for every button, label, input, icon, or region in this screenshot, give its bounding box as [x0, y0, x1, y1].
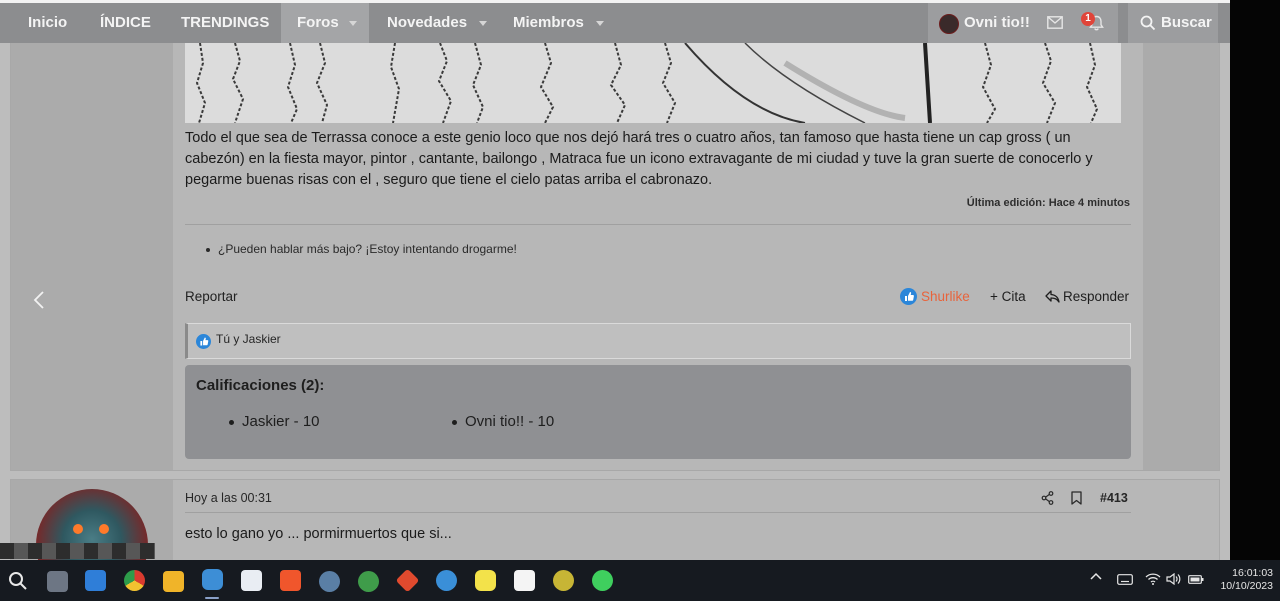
top-navigation-bar: Inicio ÍNDICE TRENDINGS Foros Novedades … — [0, 3, 1230, 43]
clock-date: 10/10/2023 — [1220, 580, 1273, 592]
chevron-down-icon[interactable] — [348, 20, 357, 26]
nav-item-miembros-label: Miembros — [513, 14, 584, 31]
file-explorer-icon[interactable] — [163, 571, 184, 592]
nav-item-novedades-label: Novedades — [387, 14, 468, 31]
post-timestamp[interactable]: Hoy a las 00:31 — [185, 491, 272, 505]
pixelated-area — [0, 543, 155, 559]
snapchat-icon[interactable] — [475, 570, 496, 591]
notification-badge: 1 — [1081, 12, 1095, 26]
chevron-up-icon[interactable] — [1090, 572, 1102, 580]
edit-note: Última edición: Hace 4 minutos — [966, 197, 1130, 209]
nav-item-inicio[interactable]: Inicio — [28, 3, 67, 43]
xbox-icon[interactable] — [358, 571, 379, 592]
reply-icon[interactable] — [1045, 290, 1060, 303]
ratings-box: Calificaciones (2): Jaskier - 10 Ovni ti… — [185, 365, 1131, 459]
search-label: Buscar — [1161, 14, 1212, 31]
wifi-icon[interactable] — [1145, 573, 1161, 585]
battery-icon[interactable] — [1188, 573, 1204, 585]
share-icon[interactable] — [1041, 491, 1054, 505]
post-user-column — [11, 43, 173, 470]
nav-item-foros-label: Foros — [297, 14, 339, 31]
help-icon[interactable] — [436, 570, 457, 591]
chevron-down-icon[interactable] — [595, 20, 604, 26]
ratings-title: Calificaciones (2): — [196, 377, 325, 394]
report-link[interactable]: Reportar — [185, 289, 238, 304]
post-body-2: esto lo gano yo ... pormirmuertos que si… — [185, 526, 452, 542]
signature-divider — [185, 224, 1131, 225]
user-name[interactable]: Ovni tio!! — [964, 3, 1030, 43]
thumbs-up-icon — [196, 334, 211, 349]
task-view-icon[interactable] — [47, 571, 68, 592]
screen-black-margin — [1230, 0, 1280, 560]
nav-item-novedades[interactable]: Novedades — [387, 3, 488, 43]
post-image[interactable] — [185, 43, 1121, 123]
thumbs-up-icon[interactable] — [900, 288, 917, 305]
chevron-left-icon[interactable] — [33, 290, 45, 310]
taskbar — [0, 560, 1280, 601]
chrome-icon[interactable] — [124, 570, 145, 591]
store-icon[interactable] — [241, 570, 262, 591]
rating-item: Ovni tio!! - 10 — [451, 413, 555, 430]
post-header-divider — [185, 512, 1131, 513]
search-icon[interactable] — [8, 571, 28, 591]
reactions-bar[interactable] — [185, 323, 1131, 359]
app-tool-icon[interactable] — [553, 570, 574, 591]
bookmark-icon[interactable] — [1071, 491, 1082, 505]
nav-item-miembros[interactable]: Miembros — [513, 3, 604, 43]
clock-time: 16:01:03 — [1232, 567, 1273, 579]
nav-item-indice[interactable]: ÍNDICE — [100, 3, 151, 43]
keyboard-icon[interactable] — [1117, 574, 1133, 585]
reply-button[interactable]: Responder — [1063, 289, 1129, 304]
post-body: Todo el que sea de Terrassa conoce a est… — [185, 130, 1093, 188]
reactions-list[interactable]: Tú y Jaskier — [216, 332, 281, 346]
search-icon — [1140, 15, 1156, 31]
active-app-indicator — [205, 597, 219, 599]
like-button[interactable]: Shurlike — [921, 289, 970, 304]
brave-icon[interactable] — [280, 570, 301, 591]
user-avatar[interactable] — [939, 14, 959, 34]
post-number[interactable]: #413 — [1100, 491, 1128, 505]
telegram-icon[interactable] — [202, 569, 223, 590]
settings-icon[interactable] — [319, 571, 340, 592]
chevron-down-icon[interactable] — [479, 20, 488, 26]
user-signature: ¿Pueden hablar más bajo? ¡Estoy intentan… — [206, 242, 517, 256]
rating-item: Jaskier - 10 — [229, 413, 320, 430]
app-letter-a-icon[interactable] — [514, 570, 535, 591]
nav-item-foros[interactable]: Foros — [281, 3, 369, 43]
mail-icon[interactable] — [1047, 16, 1063, 29]
quote-button[interactable]: + Cita — [990, 289, 1026, 304]
whatsapp-icon[interactable] — [592, 570, 613, 591]
nav-item-trendings[interactable]: TRENDINGS — [181, 3, 269, 43]
app-a-icon[interactable] — [85, 570, 106, 591]
post-right-gutter — [1143, 43, 1219, 470]
taskbar-clock[interactable]: 16:01:03 10/10/2023 — [1215, 567, 1273, 593]
search-button[interactable]: Buscar — [1128, 3, 1218, 43]
volume-icon[interactable] — [1166, 573, 1182, 585]
